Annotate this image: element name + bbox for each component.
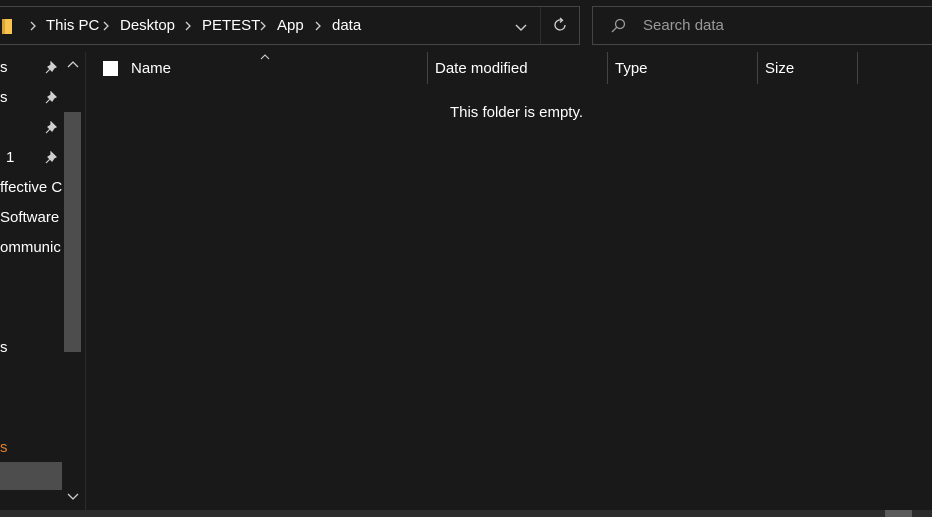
nav-item[interactable]: ommunic (0, 238, 62, 258)
chevron-right-icon[interactable] (258, 20, 268, 32)
chevron-right-icon[interactable] (183, 20, 193, 32)
view-toggle-button[interactable] (885, 510, 912, 517)
column-separator[interactable] (757, 52, 758, 84)
empty-folder-message: This folder is empty. (449, 104, 584, 121)
nav-item[interactable]: Software (0, 208, 62, 228)
breadcrumb-desktop[interactable]: Desktop (120, 17, 175, 34)
pin-icon[interactable] (44, 91, 58, 105)
nav-item-selected[interactable] (0, 462, 62, 490)
chevron-right-icon[interactable] (28, 20, 38, 32)
column-header-date-modified[interactable]: Date modified (435, 52, 528, 84)
breadcrumb-this-pc[interactable]: This PC (46, 17, 99, 34)
column-header-size[interactable]: Size (765, 52, 794, 84)
column-separator[interactable] (427, 52, 428, 84)
column-header-type[interactable]: Type (615, 52, 648, 84)
search-icon (611, 18, 626, 33)
column-separator[interactable] (607, 52, 608, 84)
pin-icon[interactable] (44, 61, 58, 75)
select-all-checkbox[interactable] (103, 61, 118, 76)
nav-scroll-thumb[interactable] (64, 112, 81, 352)
pin-icon[interactable] (44, 151, 58, 165)
refresh-icon[interactable] (551, 16, 569, 34)
column-header-name[interactable]: Name (131, 52, 171, 84)
folder-icon (2, 19, 12, 34)
status-bar (0, 510, 932, 517)
pin-icon[interactable] (44, 121, 58, 135)
chevron-down-icon[interactable] (514, 21, 528, 33)
nav-item[interactable]: ffective C (0, 178, 62, 198)
chevron-right-icon[interactable] (101, 20, 111, 32)
address-bar[interactable]: This PC Desktop PETEST App data (0, 6, 580, 45)
file-list-pane[interactable]: Name Date modified Type Size This folder… (86, 52, 932, 510)
breadcrumb-petest[interactable]: PETEST (202, 17, 260, 34)
nav-item[interactable]: s (0, 438, 62, 458)
navigation-pane: s s 1 ffective C Software ommunic s s (0, 52, 85, 510)
column-separator[interactable] (857, 52, 858, 84)
breadcrumb-app[interactable]: App (277, 17, 304, 34)
search-input[interactable]: Search data (643, 17, 724, 34)
nav-item[interactable]: s (0, 338, 62, 358)
sort-ascending-icon (260, 54, 270, 60)
breadcrumb-data[interactable]: data (332, 17, 361, 34)
scroll-down-icon[interactable] (67, 493, 79, 501)
address-divider (540, 7, 541, 44)
search-box[interactable]: Search data (592, 6, 932, 45)
scroll-up-icon[interactable] (67, 60, 79, 68)
chevron-right-icon[interactable] (313, 20, 323, 32)
